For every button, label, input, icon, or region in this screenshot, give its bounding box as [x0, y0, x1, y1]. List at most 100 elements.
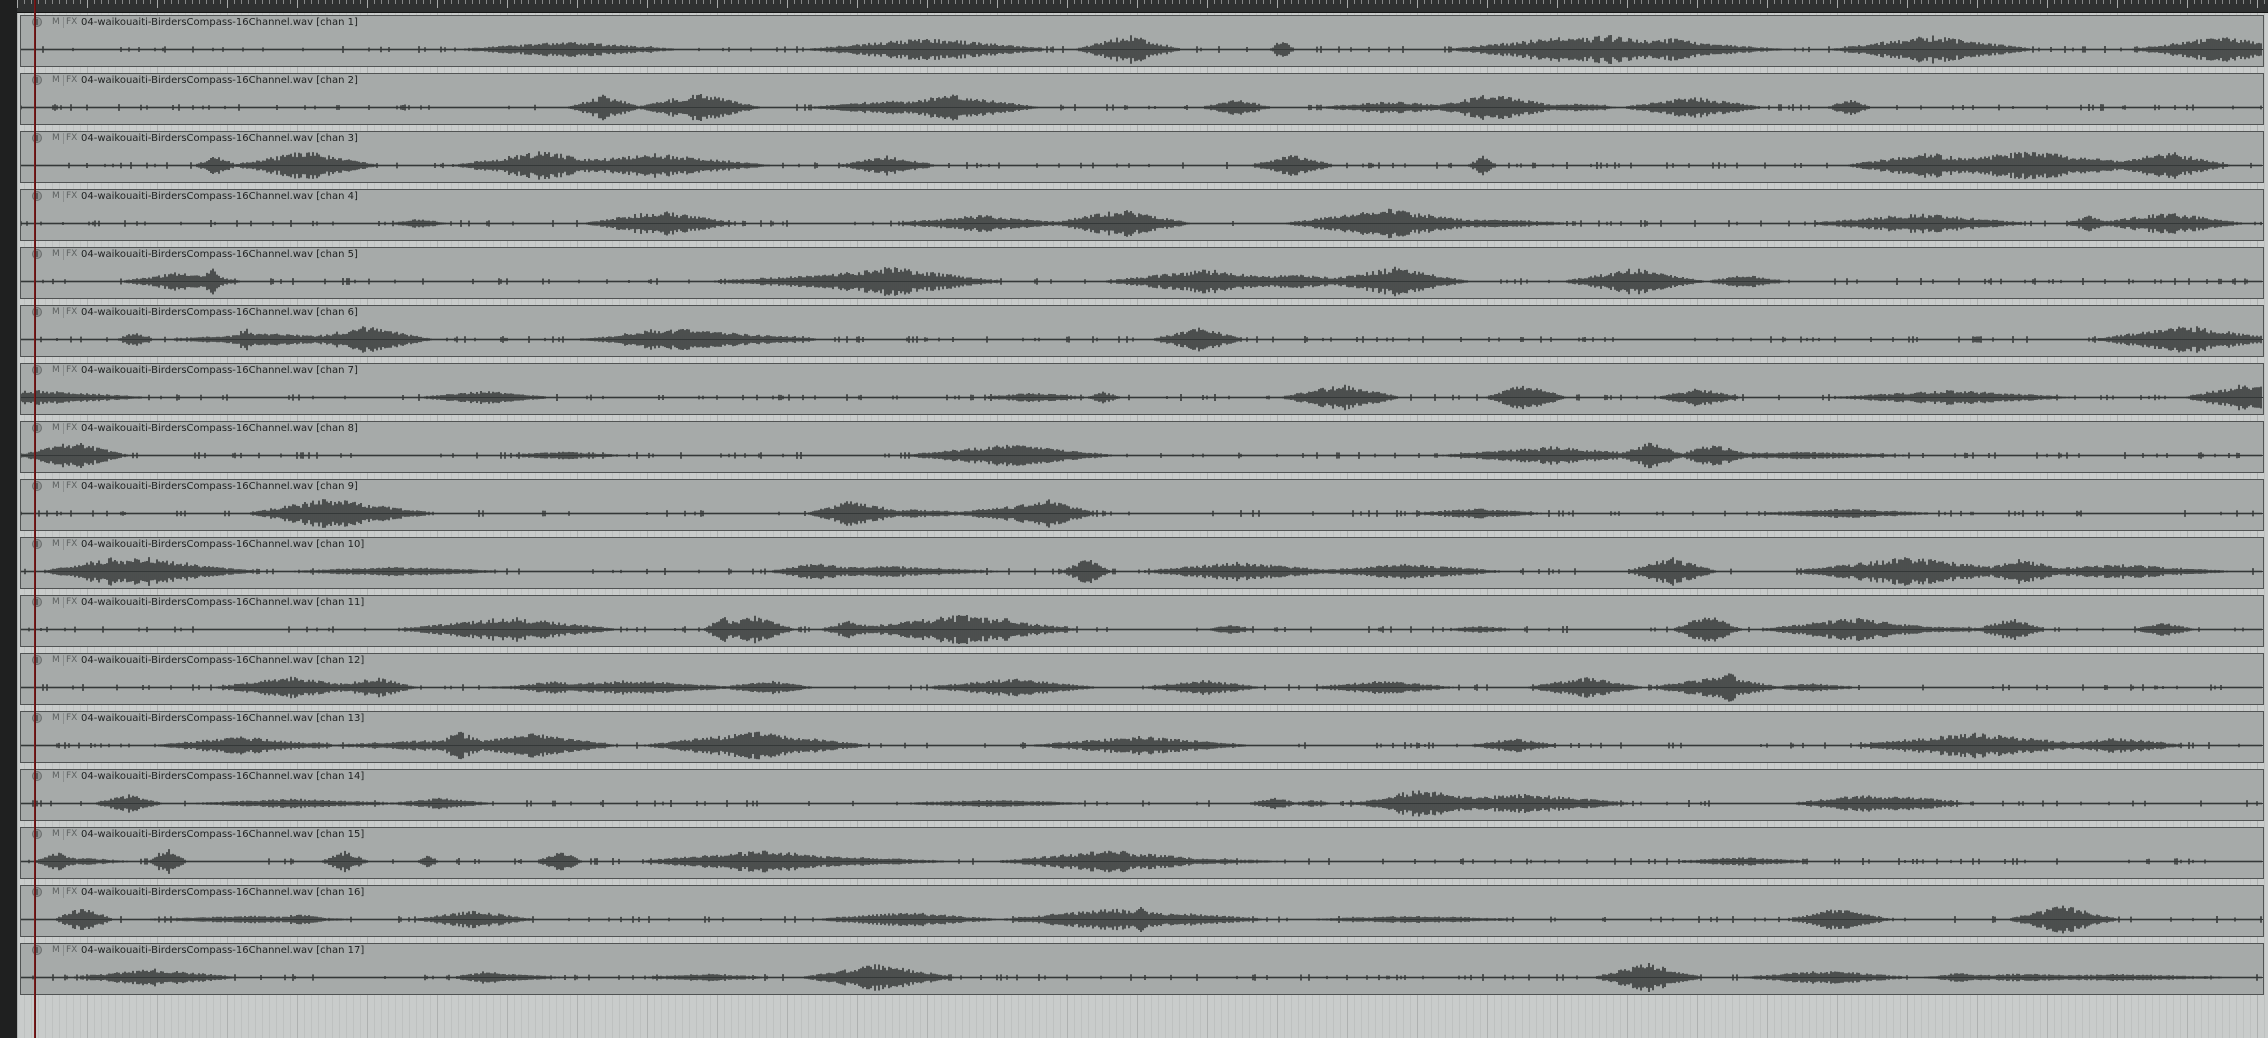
- track[interactable]: M FX 04-waikouaiti-BirdersCompass-16Channe…: [18, 535, 2268, 593]
- fx-button[interactable]: FX: [63, 887, 79, 898]
- media-item-name: 04-waikouaiti-BirdersCompass-16Channel.w…: [81, 481, 358, 492]
- track[interactable]: M FX 04-waikouaiti-BirdersCompass-16Channe…: [18, 13, 2268, 71]
- track[interactable]: M FX 04-waikouaiti-BirdersCompass-16Channe…: [18, 709, 2268, 767]
- mute-button[interactable]: M: [50, 75, 62, 86]
- waveform: [21, 905, 2263, 934]
- mute-button[interactable]: M: [50, 423, 62, 434]
- fx-button[interactable]: FX: [63, 655, 79, 666]
- fx-button[interactable]: FX: [63, 133, 79, 144]
- fx-button[interactable]: FX: [63, 945, 79, 956]
- fx-button[interactable]: FX: [63, 539, 79, 550]
- mute-button[interactable]: M: [50, 17, 62, 28]
- track[interactable]: M FX 04-waikouaiti-BirdersCompass-16Channe…: [18, 651, 2268, 709]
- waveform: [21, 326, 2263, 353]
- media-item-name: 04-waikouaiti-BirdersCompass-16Channel.w…: [81, 423, 358, 434]
- fx-button[interactable]: FX: [63, 75, 79, 86]
- media-item-header: M FX 04-waikouaiti-BirdersCompass-16Channe…: [21, 422, 2263, 436]
- track[interactable]: M FX 04-waikouaiti-BirdersCompass-16Channe…: [18, 419, 2268, 477]
- mute-button[interactable]: M: [50, 771, 62, 782]
- mute-button[interactable]: M: [50, 945, 62, 956]
- media-item[interactable]: M FX 04-waikouaiti-BirdersCompass-16Channe…: [20, 769, 2264, 821]
- waveform: [21, 208, 2263, 239]
- media-item-header: M FX 04-waikouaiti-BirdersCompass-16Channe…: [21, 480, 2263, 494]
- arrange-view[interactable]: M FX 04-waikouaiti-BirdersCompass-16Channe…: [17, 13, 2268, 1038]
- media-item[interactable]: M FX 04-waikouaiti-BirdersCompass-16Channe…: [20, 73, 2264, 125]
- media-item[interactable]: M FX 04-waikouaiti-BirdersCompass-16Channe…: [20, 131, 2264, 183]
- mute-button[interactable]: M: [50, 655, 62, 666]
- mute-button[interactable]: M: [50, 365, 62, 376]
- mute-button[interactable]: M: [50, 191, 62, 202]
- media-item-name: 04-waikouaiti-BirdersCompass-16Channel.w…: [81, 191, 358, 202]
- media-item-header: M FX 04-waikouaiti-BirdersCompass-16Channe…: [21, 654, 2263, 668]
- mute-button[interactable]: M: [50, 597, 62, 608]
- fx-button[interactable]: FX: [63, 365, 79, 376]
- fx-button[interactable]: FX: [63, 307, 79, 318]
- media-item[interactable]: M FX 04-waikouaiti-BirdersCompass-16Channe…: [20, 421, 2264, 473]
- fx-button[interactable]: FX: [63, 17, 79, 28]
- media-item-header: M FX 04-waikouaiti-BirdersCompass-16Channe…: [21, 74, 2263, 88]
- waveform: [21, 673, 2263, 702]
- media-item-header: M FX 04-waikouaiti-BirdersCompass-16Channe…: [21, 538, 2263, 552]
- track[interactable]: M FX 04-waikouaiti-BirdersCompass-16Channe…: [18, 129, 2268, 187]
- media-item-name: 04-waikouaiti-BirdersCompass-16Channel.w…: [81, 655, 365, 666]
- track[interactable]: M FX 04-waikouaiti-BirdersCompass-16Channe…: [18, 245, 2268, 303]
- media-item-name: 04-waikouaiti-BirdersCompass-16Channel.w…: [81, 887, 365, 898]
- media-item[interactable]: M FX 04-waikouaiti-BirdersCompass-16Channe…: [20, 885, 2264, 937]
- mute-button[interactable]: M: [50, 249, 62, 260]
- mute-button[interactable]: M: [50, 539, 62, 550]
- media-item-name: 04-waikouaiti-BirdersCompass-16Channel.w…: [81, 829, 365, 840]
- waveform: [21, 442, 2263, 469]
- track[interactable]: M FX 04-waikouaiti-BirdersCompass-16Channe…: [18, 767, 2268, 825]
- media-item[interactable]: M FX 04-waikouaiti-BirdersCompass-16Channe…: [20, 827, 2264, 879]
- fx-button[interactable]: FX: [63, 191, 79, 202]
- track[interactable]: M FX 04-waikouaiti-BirdersCompass-16Channe…: [18, 593, 2268, 651]
- fx-button[interactable]: FX: [63, 713, 79, 724]
- track[interactable]: M FX 04-waikouaiti-BirdersCompass-16Channe…: [18, 825, 2268, 883]
- waveform: [21, 266, 2263, 297]
- media-item[interactable]: M FX 04-waikouaiti-BirdersCompass-16Channe…: [20, 943, 2264, 995]
- track[interactable]: M FX 04-waikouaiti-BirdersCompass-16Channe…: [18, 941, 2268, 999]
- mute-button[interactable]: M: [50, 307, 62, 318]
- media-item-name: 04-waikouaiti-BirdersCompass-16Channel.w…: [81, 17, 358, 28]
- media-item-header: M FX 04-waikouaiti-BirdersCompass-16Channe…: [21, 132, 2263, 146]
- media-item[interactable]: M FX 04-waikouaiti-BirdersCompass-16Channe…: [20, 363, 2264, 415]
- fx-button[interactable]: FX: [63, 771, 79, 782]
- timeline-ruler[interactable]: [17, 0, 2268, 13]
- media-item-header: M FX 04-waikouaiti-BirdersCompass-16Channe…: [21, 886, 2263, 900]
- waveform: [21, 384, 2263, 411]
- fx-button[interactable]: FX: [63, 423, 79, 434]
- waveform: [21, 790, 2263, 817]
- mute-button[interactable]: M: [50, 133, 62, 144]
- media-item[interactable]: M FX 04-waikouaiti-BirdersCompass-16Channe…: [20, 15, 2264, 67]
- media-item[interactable]: M FX 04-waikouaiti-BirdersCompass-16Channe…: [20, 537, 2264, 589]
- media-item[interactable]: M FX 04-waikouaiti-BirdersCompass-16Channe…: [20, 595, 2264, 647]
- track-panel-edge: [0, 0, 17, 1038]
- waveform: [21, 731, 2263, 760]
- mute-button[interactable]: M: [50, 887, 62, 898]
- media-item-header: M FX 04-waikouaiti-BirdersCompass-16Channe…: [21, 306, 2263, 320]
- track[interactable]: M FX 04-waikouaiti-BirdersCompass-16Channe…: [18, 883, 2268, 941]
- track[interactable]: M FX 04-waikouaiti-BirdersCompass-16Channe…: [18, 361, 2268, 419]
- track[interactable]: M FX 04-waikouaiti-BirdersCompass-16Channe…: [18, 187, 2268, 245]
- media-item[interactable]: M FX 04-waikouaiti-BirdersCompass-16Channe…: [20, 711, 2264, 763]
- media-item-name: 04-waikouaiti-BirdersCompass-16Channel.w…: [81, 713, 365, 724]
- media-item[interactable]: M FX 04-waikouaiti-BirdersCompass-16Channe…: [20, 479, 2264, 531]
- media-item-name: 04-waikouaiti-BirdersCompass-16Channel.w…: [81, 249, 358, 260]
- media-item[interactable]: M FX 04-waikouaiti-BirdersCompass-16Channe…: [20, 189, 2264, 241]
- fx-button[interactable]: FX: [63, 597, 79, 608]
- mute-button[interactable]: M: [50, 829, 62, 840]
- media-item[interactable]: M FX 04-waikouaiti-BirdersCompass-16Channe…: [20, 653, 2264, 705]
- media-item-name: 04-waikouaiti-BirdersCompass-16Channel.w…: [81, 597, 365, 608]
- media-item[interactable]: M FX 04-waikouaiti-BirdersCompass-16Channe…: [20, 305, 2264, 357]
- media-item[interactable]: M FX 04-waikouaiti-BirdersCompass-16Channe…: [20, 247, 2264, 299]
- fx-button[interactable]: FX: [63, 481, 79, 492]
- track[interactable]: M FX 04-waikouaiti-BirdersCompass-16Channe…: [18, 303, 2268, 361]
- mute-button[interactable]: M: [50, 713, 62, 724]
- fx-button[interactable]: FX: [63, 829, 79, 840]
- fx-button[interactable]: FX: [63, 249, 79, 260]
- play-cursor-shadow: [35, 0, 36, 1038]
- media-item-header: M FX 04-waikouaiti-BirdersCompass-16Channe…: [21, 364, 2263, 378]
- mute-button[interactable]: M: [50, 481, 62, 492]
- track[interactable]: M FX 04-waikouaiti-BirdersCompass-16Channe…: [18, 71, 2268, 129]
- track[interactable]: M FX 04-waikouaiti-BirdersCompass-16Channe…: [18, 477, 2268, 535]
